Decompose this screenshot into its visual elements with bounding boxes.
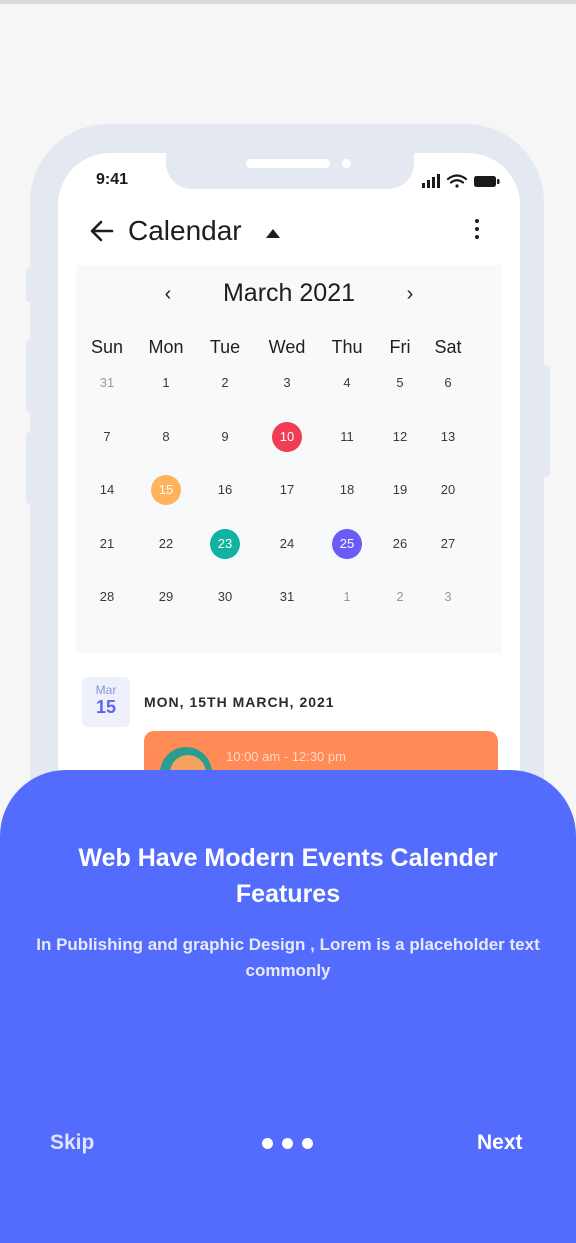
signal-icon (422, 174, 440, 188)
calendar-day[interactable]: 27 (433, 529, 463, 559)
calendar-day[interactable]: 24 (272, 529, 302, 559)
wifi-icon (446, 174, 468, 188)
onboarding-title: Web Have Modern Events Calender Features (78, 844, 498, 908)
date-badge-day: 15 (95, 697, 117, 717)
phone-side-button (26, 268, 34, 302)
calendar-day[interactable]: 7 (92, 422, 122, 452)
calendar-day[interactable]: 22 (151, 529, 181, 559)
calendar-header: Calendar (88, 215, 498, 251)
calendar-day[interactable]: 6 (433, 368, 463, 398)
front-camera (342, 159, 351, 168)
calendar-day[interactable]: 2 (210, 368, 240, 398)
calendar-day[interactable]: 31 (92, 368, 122, 398)
calendar-day[interactable]: 1 (151, 368, 181, 398)
calendar-day[interactable]: 9 (210, 422, 240, 452)
battery-icon (474, 176, 500, 187)
calendar-day[interactable]: 21 (92, 529, 122, 559)
calendar-day-highlighted[interactable]: 25 (332, 528, 362, 559)
calendar-day[interactable]: 17 (272, 475, 302, 505)
more-vertical-icon[interactable] (472, 219, 482, 245)
phone-power-button (541, 365, 550, 477)
calendar-day[interactable]: 1 (332, 582, 362, 612)
weekday-sun: Sun (90, 337, 124, 357)
calendar-day[interactable]: 12 (385, 422, 415, 452)
status-bar-time: 9:41 (96, 171, 129, 188)
calendar-day[interactable]: 31 (272, 582, 302, 612)
calendar-day[interactable]: 28 (92, 582, 122, 612)
weekday-tue: Tue (209, 337, 241, 357)
calendar-day[interactable]: 2 (385, 582, 415, 612)
page-indicator (262, 1138, 316, 1152)
phone-screen: 9:41 Calendar March 2021 ‹ › Sun Mon Tue… (58, 153, 520, 873)
date-badge[interactable]: Mar 15 (82, 677, 130, 727)
calendar-day[interactable]: 11 (332, 422, 362, 452)
weekday-mon: Mon (148, 337, 184, 357)
phone-volume-down-button (26, 432, 34, 504)
calendar-day[interactable]: 30 (210, 582, 240, 612)
calendar-day[interactable]: 16 (210, 475, 240, 505)
skip-button[interactable]: Skip (50, 1131, 94, 1155)
onboarding-sheet: Web Have Modern Events Calender Features… (0, 770, 576, 1243)
calendar-day[interactable]: 29 (151, 582, 181, 612)
calendar-panel: March 2021 ‹ › Sun Mon Tue Wed Thu Fri Sat 31 1 2… (76, 265, 502, 653)
calendar-day[interactable]: 19 (385, 475, 415, 505)
calendar-day[interactable]: 18 (332, 475, 362, 505)
calendar-day[interactable]: 26 (385, 529, 415, 559)
calendar-day-highlighted[interactable]: 10 (272, 421, 302, 452)
page-dot[interactable] (282, 1138, 293, 1149)
calendar-day[interactable]: 3 (433, 582, 463, 612)
calendar-day[interactable]: 13 (433, 422, 463, 452)
selected-date-row: Mar 15 MON, 15TH MARCH, 2021 (82, 677, 502, 729)
next-month-button[interactable]: › (398, 283, 422, 306)
selected-date-label: MON, 15TH MARCH, 2021 (144, 694, 335, 710)
month-navigator: March 2021 ‹ › (76, 279, 502, 313)
weekday-thu: Thu (331, 337, 363, 357)
calendar-day[interactable]: 4 (332, 368, 362, 398)
phone-volume-up-button (26, 340, 34, 412)
prev-month-button[interactable]: ‹ (156, 283, 180, 306)
onboarding-description: In Publishing and graphic Design , Lorem… (36, 935, 540, 980)
calendar-day-highlighted[interactable]: 23 (210, 528, 240, 559)
date-badge-month: Mar (95, 683, 117, 697)
back-arrow-icon[interactable] (88, 217, 116, 245)
phone-notch (166, 153, 414, 189)
calendar-day[interactable]: 5 (385, 368, 415, 398)
page-title[interactable]: Calendar (128, 215, 242, 247)
page-dot[interactable] (262, 1138, 273, 1149)
speaker-grille (246, 159, 330, 168)
top-divider (0, 0, 576, 4)
calendar-day[interactable]: 20 (433, 475, 463, 505)
calendar-day[interactable]: 14 (92, 475, 122, 505)
caret-up-icon[interactable] (266, 229, 280, 238)
next-button[interactable]: Next (477, 1131, 523, 1155)
status-bar-icons (422, 174, 500, 188)
event-time: 10:00 am - 12:30 pm (226, 749, 346, 764)
month-label: March 2021 (222, 279, 356, 307)
calendar-day-highlighted[interactable]: 15 (151, 475, 181, 505)
page-dot[interactable] (302, 1138, 313, 1149)
weekday-sat: Sat (434, 337, 462, 357)
calendar-day[interactable]: 8 (151, 422, 181, 452)
weekday-wed: Wed (268, 337, 306, 357)
calendar-day[interactable]: 3 (272, 368, 302, 398)
